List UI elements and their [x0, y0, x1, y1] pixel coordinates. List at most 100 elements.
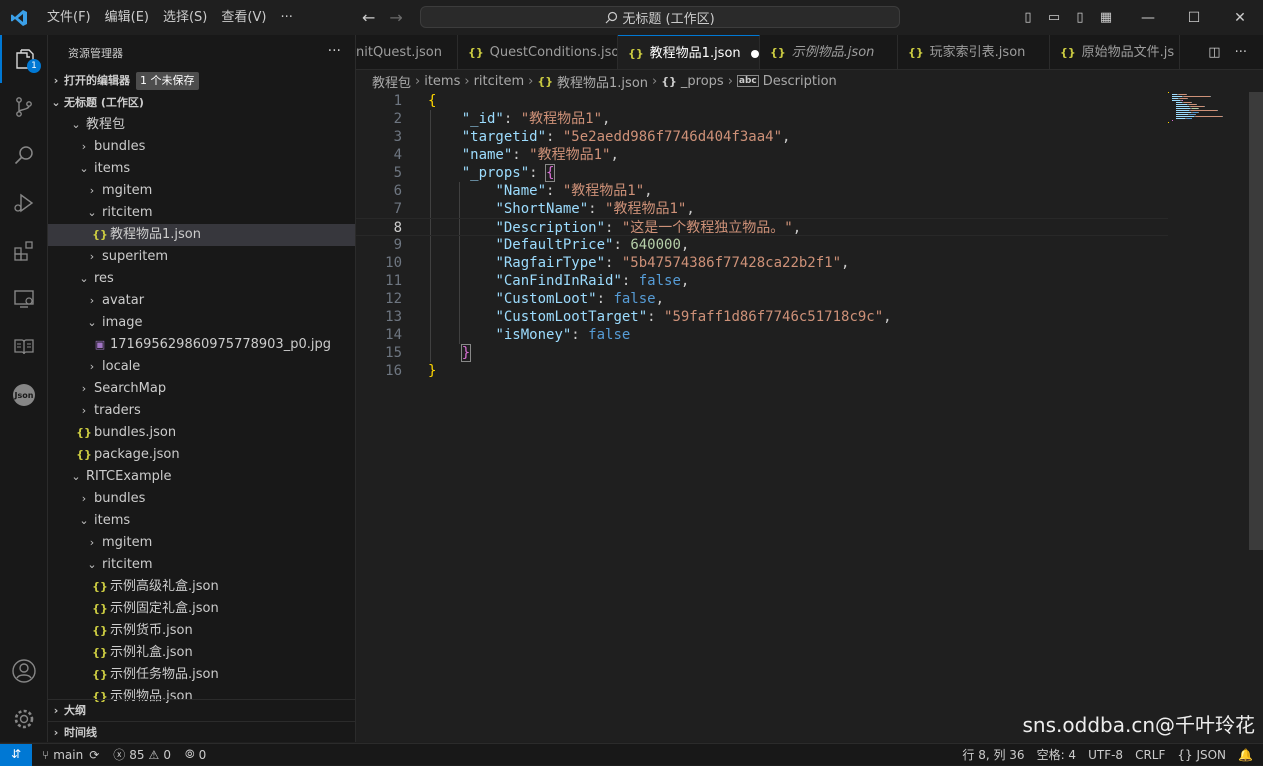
code-line[interactable]: 2 "_id": "教程物品1",	[356, 110, 1168, 128]
code-line[interactable]: 1{	[356, 92, 1168, 110]
timeline-header[interactable]: › 时间线	[48, 721, 355, 742]
tree-item[interactable]: ⌄ ritcitem	[48, 554, 355, 576]
code-line[interactable]: 8 "Description": "这是一个教程独立物品。",	[356, 218, 1168, 236]
menu-edit[interactable]: 编辑(E)	[98, 0, 156, 35]
code-line[interactable]: 5 "_props": {	[356, 164, 1168, 182]
code-line[interactable]: 12 "CustomLoot": false,	[356, 290, 1168, 308]
tree-item[interactable]: › bundles	[48, 136, 355, 158]
extensions-icon[interactable]	[0, 227, 48, 275]
tree-item[interactable]: {} 示例高级礼盒.json	[48, 576, 355, 598]
outline-header[interactable]: › 大纲	[48, 699, 355, 721]
tree-item[interactable]: › traders	[48, 400, 355, 422]
menu-more[interactable]: ···	[273, 0, 299, 35]
code-line[interactable]: 14 "isMoney": false	[356, 326, 1168, 344]
split-editor-icon[interactable]: ◫	[1208, 45, 1220, 60]
error-count[interactable]: 85	[129, 748, 144, 762]
tree-item[interactable]: ▣ 171695629860975778903_p0.jpg	[48, 334, 355, 356]
tree-item[interactable]: {} bundles.json	[48, 422, 355, 444]
code-line[interactable]: 11 "CanFindInRaid": false,	[356, 272, 1168, 290]
breadcrumb-item[interactable]: items	[424, 74, 460, 89]
tree-item[interactable]: ⌄ 教程包	[48, 114, 355, 136]
back-arrow-icon[interactable]: ←	[362, 8, 375, 27]
editor-tab[interactable]: {} QuestConditions.json	[458, 35, 618, 69]
code-line[interactable]: 15 }	[356, 344, 1168, 362]
workspace-header[interactable]: ⌄ 无标题 (工作区)	[48, 92, 355, 114]
editor-tab[interactable]: nitQuest.json	[356, 35, 458, 69]
code-line[interactable]: 3 "targetid": "5e2aedd986f7746d404f3aa4"…	[356, 128, 1168, 146]
book-icon[interactable]	[0, 323, 48, 371]
code-line[interactable]: 16}	[356, 362, 1168, 380]
code-line[interactable]: 10 "RagfairType": "5b47574386f77428ca22b…	[356, 254, 1168, 272]
encoding[interactable]: UTF-8	[1088, 748, 1123, 762]
branch-name[interactable]: main	[53, 748, 83, 762]
menu-view[interactable]: 查看(V)	[214, 0, 273, 35]
code-editor[interactable]: 1{2 "_id": "教程物品1", 3 "targetid": "5e2aed…	[356, 92, 1263, 742]
tree-item[interactable]: ⌄ ritcitem	[48, 202, 355, 224]
ports-count[interactable]: 0	[199, 748, 207, 762]
maximize-icon[interactable]: ☐	[1171, 10, 1217, 26]
more-actions-icon[interactable]: ···	[328, 43, 341, 59]
tree-item[interactable]: ⌄ RITCExample	[48, 466, 355, 488]
tree-item[interactable]: ⌄ res	[48, 268, 355, 290]
breadcrumb-item[interactable]: _props	[681, 74, 724, 89]
tree-item[interactable]: › mgitem	[48, 532, 355, 554]
more-actions-icon[interactable]: ···	[1235, 45, 1247, 60]
editor-tab[interactable]: {} 原始物品文件.js	[1050, 35, 1180, 69]
tree-item[interactable]: {} 示例货币.json	[48, 620, 355, 642]
tree-item[interactable]: {} 示例固定礼盒.json	[48, 598, 355, 620]
language-mode[interactable]: {} JSON	[1177, 748, 1226, 762]
end-of-line[interactable]: CRLF	[1135, 748, 1165, 762]
tree-item[interactable]: › superitem	[48, 246, 355, 268]
tree-item[interactable]: › locale	[48, 356, 355, 378]
tree-item[interactable]: {} 示例任务物品.json	[48, 664, 355, 686]
code-line[interactable]: 4 "name": "教程物品1",	[356, 146, 1168, 164]
breadcrumb-item[interactable]: 教程包	[372, 72, 411, 91]
breadcrumb-item[interactable]: ritcitem	[474, 74, 525, 89]
account-icon[interactable]	[0, 647, 48, 695]
indentation[interactable]: 空格: 4	[1037, 746, 1077, 763]
search-view-icon[interactable]	[0, 131, 48, 179]
tree-item[interactable]: ⌄ items	[48, 158, 355, 180]
unsaved-dot-icon[interactable]	[750, 49, 759, 58]
toggle-panel-icon[interactable]: ▭	[1041, 10, 1067, 25]
open-editors-header[interactable]: › 打开的编辑器 1 个未保存	[48, 70, 355, 92]
remote-indicator-icon[interactable]: ⇵	[0, 743, 32, 766]
command-center-search[interactable]: 无标题 (工作区)	[420, 6, 900, 28]
menu-selection[interactable]: 选择(S)	[156, 0, 214, 35]
cursor-position[interactable]: 行 8, 列 36	[962, 746, 1024, 763]
editor-tab[interactable]: {} 教程物品1.json	[618, 35, 760, 69]
explorer-icon[interactable]: 1	[0, 35, 48, 83]
tree-item[interactable]: ⌄ items	[48, 510, 355, 532]
menu-file[interactable]: 文件(F)	[40, 0, 98, 35]
tree-item[interactable]: › mgitem	[48, 180, 355, 202]
toggle-secondary-sidebar-icon[interactable]: ▯	[1067, 10, 1093, 25]
close-icon[interactable]: ✕	[1217, 10, 1263, 26]
run-debug-icon[interactable]	[0, 179, 48, 227]
minimize-icon[interactable]: —	[1125, 10, 1171, 26]
breadcrumb-item[interactable]: 教程物品1.json	[557, 72, 648, 91]
sync-icon[interactable]: ⟳	[89, 748, 99, 762]
toggle-primary-sidebar-icon[interactable]: ▯	[1015, 10, 1041, 25]
settings-gear-icon[interactable]	[0, 695, 48, 743]
tree-item[interactable]: {} 示例礼盒.json	[48, 642, 355, 664]
vertical-scrollbar[interactable]	[1249, 92, 1263, 550]
code-line[interactable]: 6 "Name": "教程物品1",	[356, 182, 1168, 200]
code-line[interactable]: 7 "ShortName": "教程物品1",	[356, 200, 1168, 218]
code-line[interactable]: 9 "DefaultPrice": 640000,	[356, 236, 1168, 254]
tree-item[interactable]: ⌄ image	[48, 312, 355, 334]
warning-count[interactable]: 0	[163, 748, 171, 762]
json-extension-icon[interactable]: Json	[0, 371, 48, 419]
tree-item[interactable]: {} 教程物品1.json	[48, 224, 355, 246]
source-control-icon[interactable]	[0, 83, 48, 131]
remote-explorer-icon[interactable]	[0, 275, 48, 323]
code-line[interactable]: 13 "CustomLootTarget": "59faff1d86f7746c…	[356, 308, 1168, 326]
editor-tab[interactable]: {} 示例物品.json	[760, 35, 898, 69]
tree-item[interactable]: {} package.json	[48, 444, 355, 466]
tree-item[interactable]: › SearchMap	[48, 378, 355, 400]
notifications-bell-icon[interactable]: 🔔	[1238, 748, 1253, 762]
editor-tab[interactable]: {} 玩家索引表.json	[898, 35, 1050, 69]
customize-layout-icon[interactable]: ▦	[1093, 10, 1119, 25]
breadcrumb-item[interactable]: Description	[763, 74, 837, 89]
tree-item[interactable]: › bundles	[48, 488, 355, 510]
minimap[interactable]	[1168, 92, 1248, 132]
